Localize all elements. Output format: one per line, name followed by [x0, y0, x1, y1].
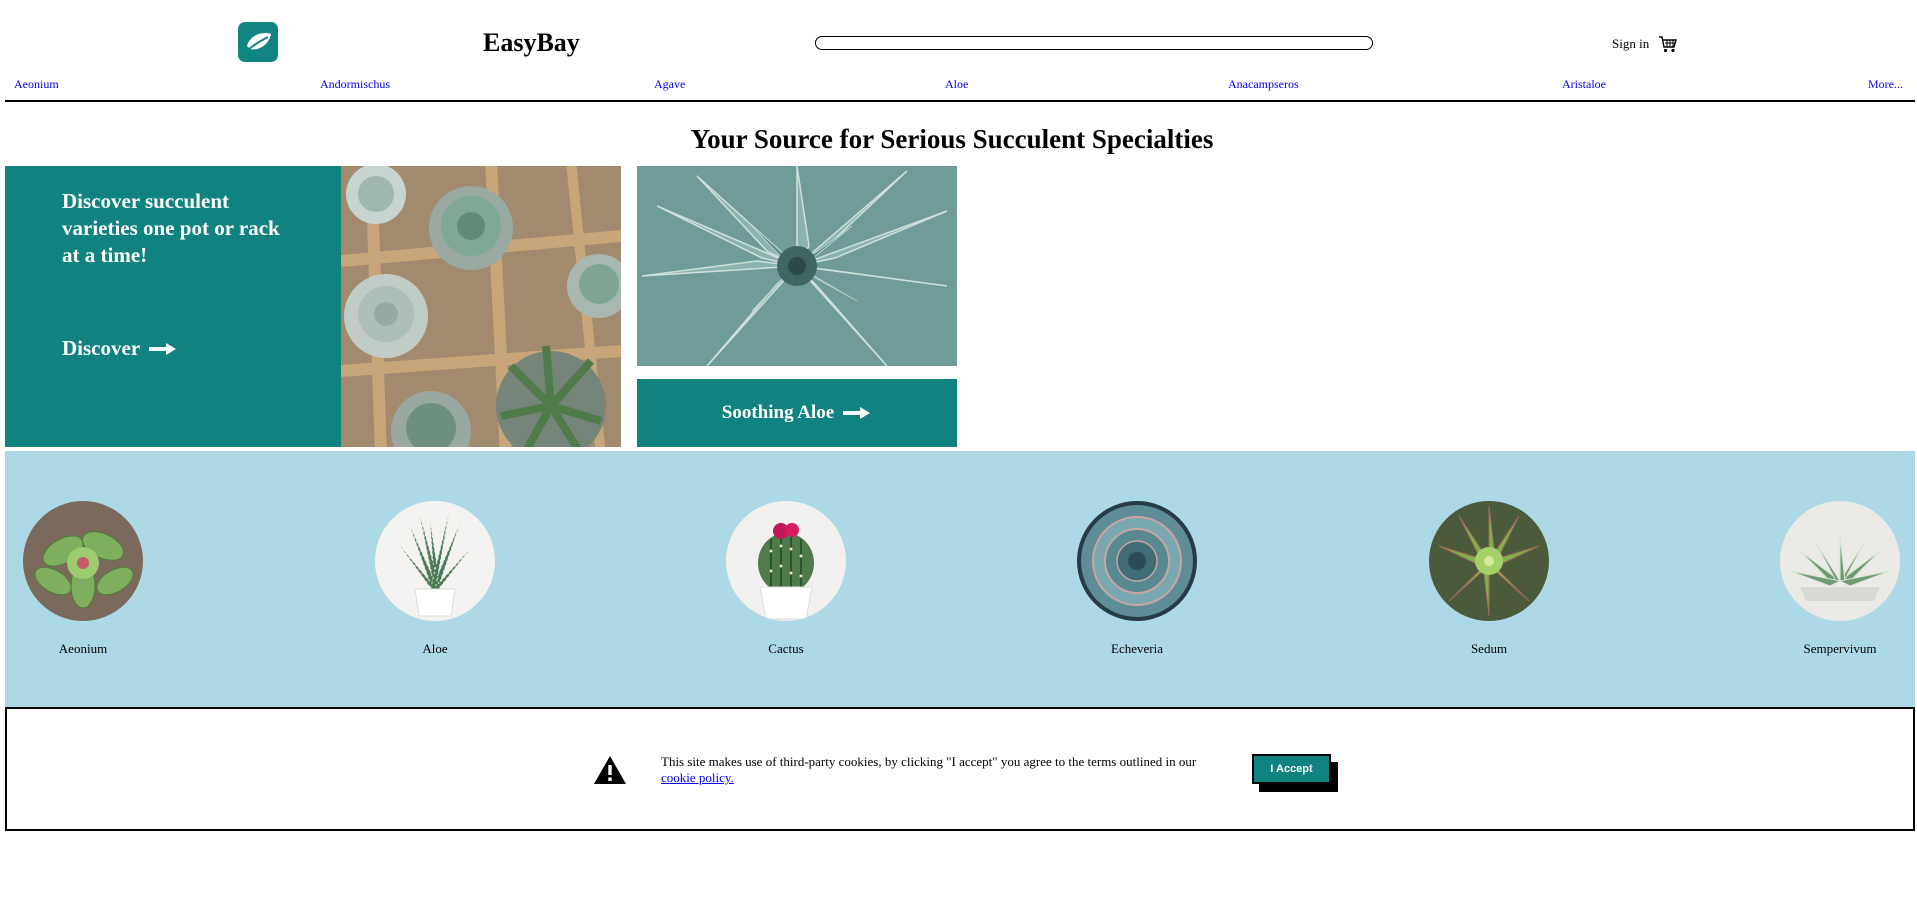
- discover-label: Discover: [62, 336, 141, 360]
- aloe-image: [375, 501, 495, 621]
- nav-item-aristaloe[interactable]: Aristaloe: [1562, 77, 1606, 92]
- shopping-cart-icon[interactable]: [1658, 34, 1678, 54]
- category-label: Cactus: [768, 641, 804, 656]
- leaf-icon: [243, 33, 271, 54]
- category-aeonium[interactable]: Aeonium: [3, 501, 163, 657]
- category-cactus[interactable]: Cactus: [706, 501, 866, 657]
- category-label: Sedum: [1470, 641, 1508, 656]
- succulent-rack-image: [341, 166, 621, 447]
- cookie-policy-link[interactable]: cookie policy.: [661, 770, 734, 785]
- cactus-image: [726, 501, 846, 621]
- category-sempervivum[interactable]: Sempervivum: [1760, 501, 1917, 657]
- category-aloe[interactable]: Aloe: [355, 501, 515, 657]
- promo-text: Discover succulent varieties one pot or …: [62, 189, 280, 267]
- category-nav: Aeonium Andormischus Agave Aloe Anacamps…: [14, 77, 1909, 91]
- nav-item-more[interactable]: More...: [1868, 77, 1903, 92]
- echeveria-image: [1077, 501, 1197, 621]
- arrow-right-icon: [149, 342, 177, 355]
- cookie-text: This site makes use of third-party cooki…: [661, 754, 1197, 769]
- warning-icon: [594, 756, 626, 784]
- discover-button[interactable]: Discover: [62, 336, 178, 361]
- brand-logo[interactable]: [238, 22, 278, 62]
- sign-in-link[interactable]: Sign in: [1612, 36, 1649, 52]
- discover-promo: Discover succulent varieties one pot or …: [5, 166, 341, 447]
- category-label: Echeveria: [1111, 641, 1163, 656]
- page-title: Your Source for Serious Succulent Specia…: [690, 124, 1214, 154]
- soothing-aloe-label: Soothing Aloe: [721, 402, 835, 423]
- soothing-aloe-button[interactable]: Soothing Aloe: [637, 379, 957, 447]
- nav-item-anacampseros[interactable]: Anacampseros: [1228, 77, 1299, 92]
- category-echeveria[interactable]: Echeveria: [1057, 501, 1217, 657]
- arrow-right-icon: [843, 407, 871, 419]
- category-carousel: Aeonium Aloe Cactus Echeveria Sedum Semp…: [5, 451, 1915, 708]
- category-label: Sempervivum: [1803, 641, 1877, 656]
- search-input[interactable]: [815, 36, 1373, 50]
- cookie-message: This site makes use of third-party cooki…: [661, 754, 1241, 786]
- cookie-banner: This site makes use of third-party cooki…: [5, 707, 1915, 831]
- category-label: Aloe: [422, 641, 448, 656]
- header-divider: [5, 100, 1915, 102]
- sedum-image: [1429, 501, 1549, 621]
- brand-name[interactable]: EasyBay: [483, 28, 580, 58]
- nav-item-aloe[interactable]: Aloe: [945, 77, 968, 92]
- nav-item-andormischus[interactable]: Andormischus: [320, 77, 390, 92]
- agave-image: [637, 166, 957, 366]
- nav-item-aeonium[interactable]: Aeonium: [14, 77, 59, 92]
- category-label: Aeonium: [58, 641, 108, 656]
- sempervivum-image: [1780, 501, 1900, 621]
- category-sedum[interactable]: Sedum: [1409, 501, 1569, 657]
- accept-cookies-button[interactable]: I Accept: [1252, 754, 1331, 784]
- aeonium-image: [23, 501, 143, 621]
- nav-item-agave[interactable]: Agave: [654, 77, 685, 92]
